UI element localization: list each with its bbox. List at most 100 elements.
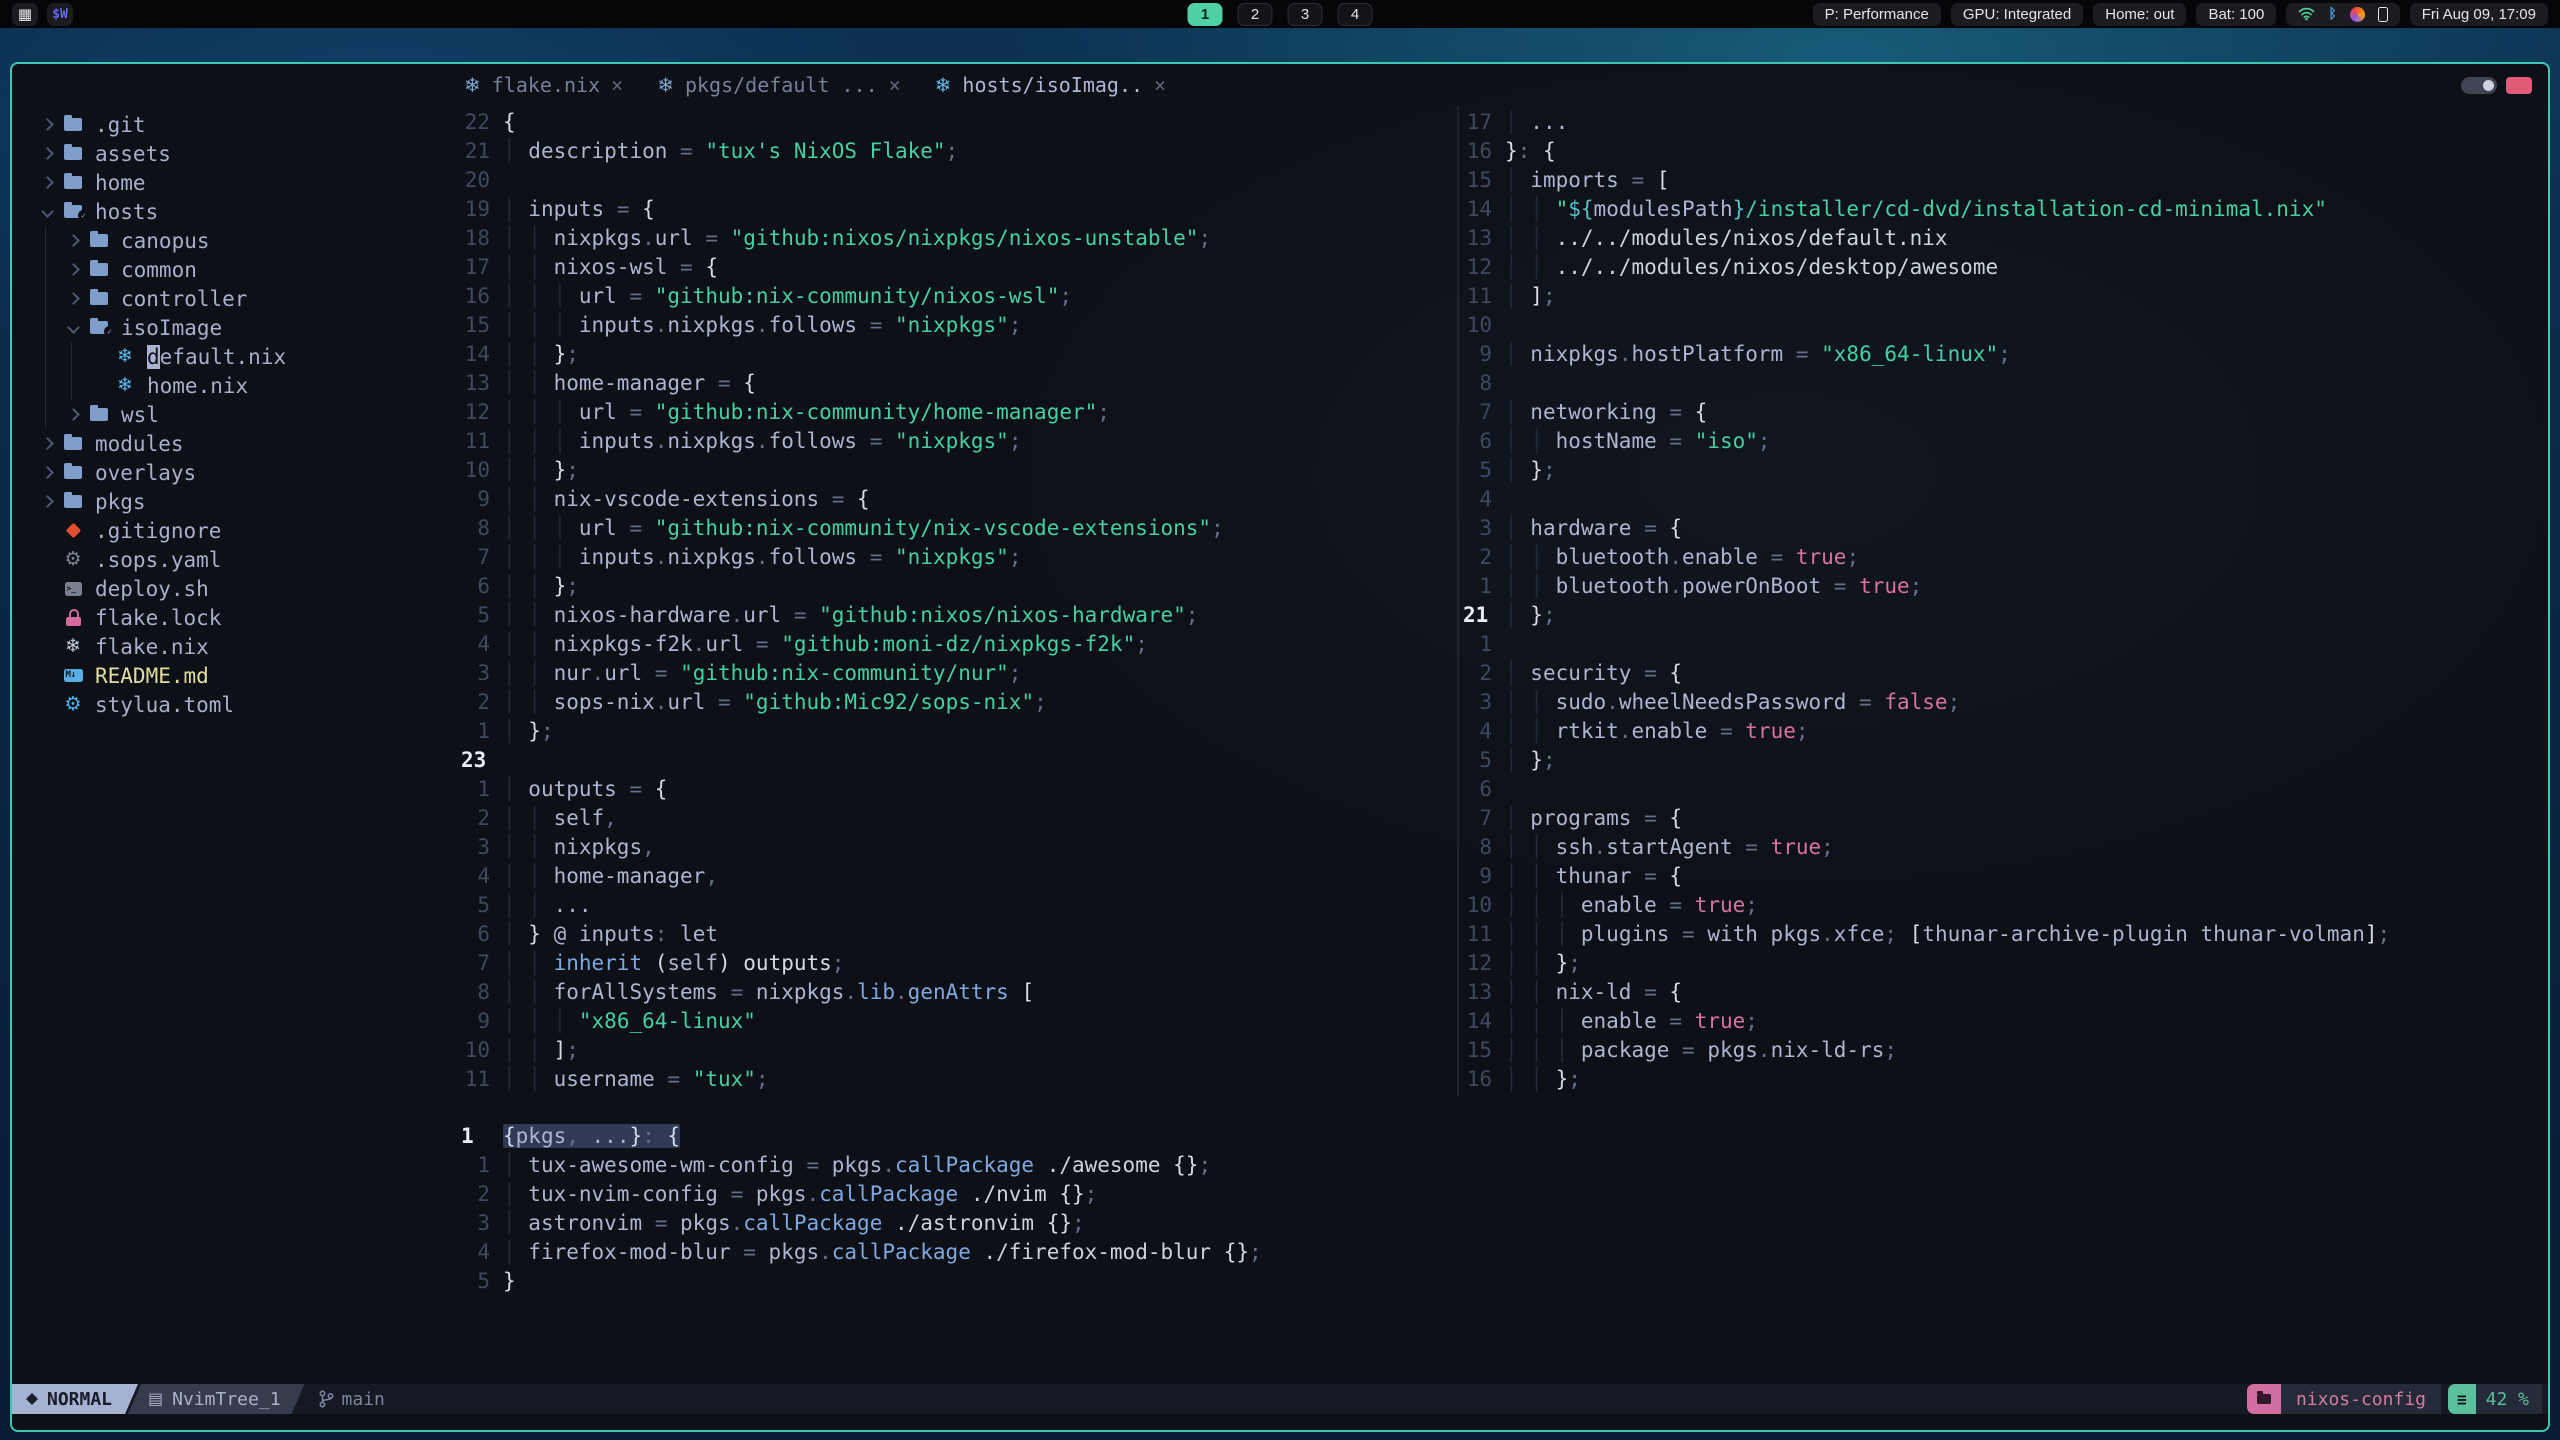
indent-guide: │ xyxy=(1530,574,1556,598)
tab-flake.nix[interactable]: ❄ flake.nix × xyxy=(464,73,623,97)
tree-item[interactable]: README.md xyxy=(12,661,457,690)
line-number: 18 xyxy=(464,226,490,250)
indent-guide: │ xyxy=(528,342,554,366)
tree-item[interactable]: ❄ home.nix xyxy=(12,371,457,400)
indent-guide: │ xyxy=(1530,226,1556,250)
chevron-right-icon[interactable] xyxy=(62,408,84,421)
chevron-right-icon[interactable] xyxy=(62,292,84,305)
chevron-right-icon[interactable] xyxy=(36,176,58,189)
indent-guide: │ xyxy=(503,835,529,859)
line-number: 8 xyxy=(1479,371,1492,395)
line-number: 7 xyxy=(477,951,490,975)
tree-indent-guide xyxy=(62,371,88,400)
tree-item[interactable]: canopus xyxy=(12,226,457,255)
bluetooth-icon[interactable]: ᛒ xyxy=(2328,7,2336,21)
code-line: 5 │ │ nixos-hardware.url = "github:nixos/… xyxy=(457,601,1457,630)
chevron-right-icon[interactable] xyxy=(62,234,84,247)
code-line: 1 xyxy=(1459,630,2548,659)
status-pill[interactable]: Home: out xyxy=(2093,2,2187,26)
indent-guide: │ xyxy=(503,313,529,337)
tab-close-icon[interactable]: × xyxy=(1154,73,1166,97)
tab-hosts/isoImag..[interactable]: ❄ hosts/isoImag.. × xyxy=(935,73,1166,97)
tree-indent-guide xyxy=(36,255,62,284)
line-number: 11 xyxy=(1466,922,1492,946)
tree-item[interactable]: deploy.sh xyxy=(12,574,457,603)
code-text: │ │ │ url = "github:nix-community/home-m… xyxy=(503,400,1110,424)
tree-item[interactable]: flake.lock xyxy=(12,603,457,632)
tab-label: flake.nix xyxy=(491,73,601,97)
chevron-right-icon[interactable] xyxy=(36,437,58,450)
editor-pane-flake[interactable]: 22{21 │ description = "tux's NixOS Flake"… xyxy=(457,106,1457,1096)
tree-item[interactable]: ⚙ stylua.toml xyxy=(12,690,457,719)
launcher-button[interactable]: $W xyxy=(47,2,73,26)
apps-grid-button[interactable]: ▦ xyxy=(12,2,38,26)
code-line: 1 │ tux-awesome-wm-config = pkgs.callPack… xyxy=(457,1151,2548,1180)
code-text: │ │ │ plugins = with pkgs.xfce; [thunar-… xyxy=(1505,922,2391,946)
tab-pkgs/default ...[interactable]: ❄ pkgs/default ... × xyxy=(657,73,900,97)
tree-item[interactable]: ⚙ .sops.yaml xyxy=(12,545,457,574)
tree-item[interactable]: overlays xyxy=(12,458,457,487)
clock[interactable]: Fri Aug 09, 17:09 xyxy=(2409,2,2548,26)
tree-item[interactable]: .git xyxy=(12,110,457,139)
indent-guide: │ xyxy=(1505,661,1531,685)
toggle-switch[interactable] xyxy=(2461,76,2497,94)
tree-item-label: README.md xyxy=(95,663,209,688)
statusline-right: nixos-config ≡ 42 % xyxy=(2246,1384,2542,1414)
tree-item[interactable]: modules xyxy=(12,429,457,458)
indent-guide: │ xyxy=(1530,545,1556,569)
wifi-icon[interactable] xyxy=(2298,7,2315,21)
tree-item-label: canopus xyxy=(121,228,210,253)
chevron-right-icon[interactable] xyxy=(62,263,84,276)
fire-icon[interactable] xyxy=(2349,6,2365,22)
indent-guide: │ xyxy=(503,545,529,569)
code-line: 1 │ }; xyxy=(457,717,1457,746)
line-number: 21 xyxy=(464,139,490,163)
workspace-button-1[interactable]: 1 xyxy=(1187,2,1223,26)
tree-item[interactable]: common xyxy=(12,255,457,284)
tree-item[interactable]: ✓ isoImage xyxy=(12,313,457,342)
workspace-button-4[interactable]: 4 xyxy=(1337,2,1373,26)
chevron-right-icon[interactable] xyxy=(36,466,58,479)
workspace-button-2[interactable]: 2 xyxy=(1237,2,1273,26)
chevron-down-icon[interactable] xyxy=(62,321,84,334)
code-line: 22 { xyxy=(457,108,1457,137)
tree-item[interactable]: ✓ hosts xyxy=(12,197,457,226)
status-pill[interactable]: Bat: 100 xyxy=(2196,2,2277,26)
indent-guide: │ xyxy=(1505,284,1531,308)
workspace-button-3[interactable]: 3 xyxy=(1287,2,1323,26)
tree-item[interactable]: ❄ flake.nix xyxy=(12,632,457,661)
git-check-badge: ✓ xyxy=(104,326,115,337)
status-pill[interactable]: GPU: Integrated xyxy=(1950,2,2084,26)
code-text: │ ... xyxy=(1505,110,1569,134)
status-pill[interactable]: P: Performance xyxy=(1812,2,1941,26)
close-button[interactable] xyxy=(2506,76,2532,94)
editor-pane-isoimage[interactable]: 17 │ ... 16}: {15 │ imports = [14 │ │ "${mod… xyxy=(1459,106,2548,1096)
tree-item[interactable]: home xyxy=(12,168,457,197)
code-text: │ │ │ inputs.nixpkgs.follows = "nixpkgs"… xyxy=(503,313,1022,337)
chevron-right-icon[interactable] xyxy=(36,147,58,160)
tree-item[interactable]: ❄ default.nix xyxy=(12,342,457,371)
line-number: 10 xyxy=(1466,313,1492,337)
code-line: 1 {pkgs, ...}: { xyxy=(457,1122,2548,1151)
line-number: 5 xyxy=(477,893,490,917)
command-line[interactable] xyxy=(12,1414,2548,1430)
indent-guide: │ xyxy=(503,197,529,221)
chevron-right-icon[interactable] xyxy=(36,118,58,131)
gear-icon: ⚙ xyxy=(64,693,82,715)
editor-pane-pkgs[interactable]: 1 {pkgs, ...}: {1 │ tux-awesome-wm-config … xyxy=(457,1096,2548,1384)
tree-item[interactable]: assets xyxy=(12,139,457,168)
line-number: 1 xyxy=(1479,574,1492,598)
tree-item[interactable]: wsl xyxy=(12,400,457,429)
tree-item-label: stylua.toml xyxy=(95,692,235,717)
branch-label: main xyxy=(341,1388,385,1410)
tree-item[interactable]: controller xyxy=(12,284,457,313)
tree-item[interactable]: .gitignore xyxy=(12,516,457,545)
phone-icon[interactable] xyxy=(2377,6,2388,22)
tab-close-icon[interactable]: × xyxy=(611,73,623,97)
tab-close-icon[interactable]: × xyxy=(889,73,901,97)
workspace-switcher: 1234 xyxy=(1187,2,1373,26)
code-line: 13 │ │ home-manager = { xyxy=(457,369,1457,398)
chevron-right-icon[interactable] xyxy=(36,495,58,508)
chevron-down-icon[interactable] xyxy=(36,205,58,218)
tree-item[interactable]: pkgs xyxy=(12,487,457,516)
